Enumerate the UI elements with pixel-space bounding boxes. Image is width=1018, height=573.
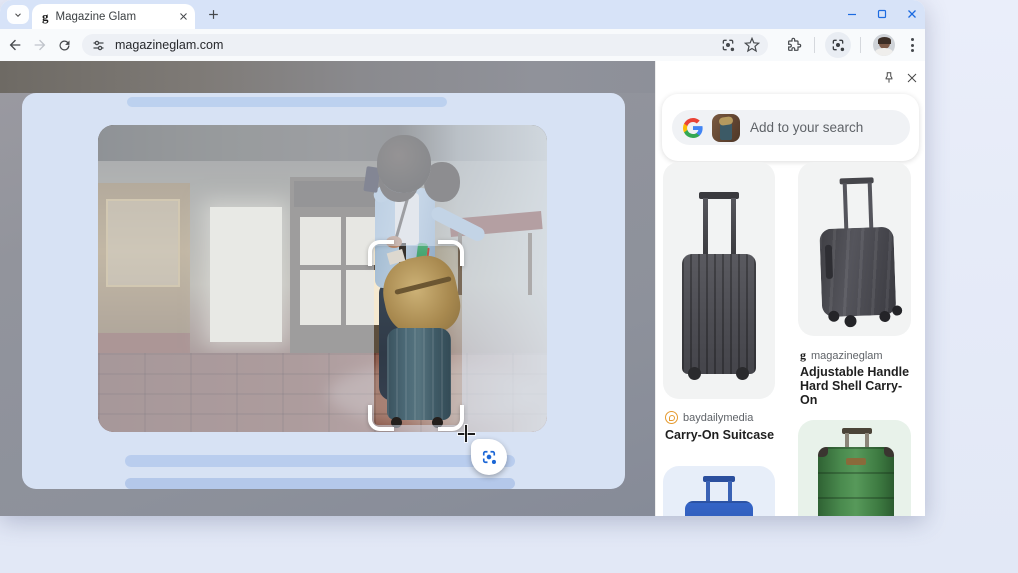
forward-button[interactable]: [31, 36, 49, 54]
selection-corner-handle[interactable]: [368, 405, 394, 431]
result-source[interactable]: baydailymedia: [665, 411, 753, 424]
minimize-icon: [846, 8, 858, 20]
selected-region-thumbnail: [712, 114, 740, 142]
window-maximize-button[interactable]: [873, 6, 891, 22]
avatar-hair: [878, 37, 891, 44]
site-info-tune-icon[interactable]: [91, 38, 106, 53]
result-title[interactable]: Carry-On Suitcase: [665, 428, 777, 442]
address-bar[interactable]: magazineglam.com: [82, 34, 768, 56]
product-card-grey-angled[interactable]: [798, 162, 911, 336]
product-card-grey-front[interactable]: [663, 162, 775, 399]
bookmark-star-icon[interactable]: [744, 37, 760, 53]
url-text: magazineglam.com: [115, 38, 223, 52]
skeleton-text-bar: [125, 455, 515, 467]
product-card-green[interactable]: [798, 420, 911, 516]
lens-icon: [480, 448, 498, 466]
dimmed-page-header: [0, 61, 655, 93]
tab-search-button[interactable]: [7, 5, 29, 24]
close-icon: [906, 8, 918, 20]
lens-selection-region[interactable]: [374, 246, 462, 425]
lens-icon: [830, 37, 846, 53]
profile-avatar[interactable]: [873, 34, 895, 56]
lens-side-panel: Add to your search baydailymedia Carry-O…: [655, 61, 925, 516]
article-hero-photo[interactable]: [98, 125, 547, 432]
lens-toolbar-button[interactable]: [825, 32, 851, 58]
photo-door-mullion: [341, 217, 346, 325]
selection-corner-handle[interactable]: [438, 240, 464, 266]
source-name: baydailymedia: [683, 412, 753, 424]
photo-window: [210, 207, 282, 342]
skeleton-text-bar: [127, 97, 447, 107]
reload-button[interactable]: [55, 36, 73, 54]
selection-corner-handle[interactable]: [368, 240, 394, 266]
product-card-blue[interactable]: [663, 466, 775, 516]
photo-post: [528, 233, 532, 295]
result-source[interactable]: g magazineglam: [800, 348, 883, 363]
close-panel-button[interactable]: [903, 69, 921, 87]
baydailymedia-favicon-icon: [665, 411, 678, 424]
tab-title: Magazine Glam: [56, 11, 180, 23]
tab-magazine-glam[interactable]: g Magazine Glam: [32, 4, 195, 29]
article-card: [22, 93, 625, 489]
webpage-viewport: [0, 61, 655, 516]
lens-region-search-button[interactable]: [471, 439, 507, 475]
avatar-shirt: [875, 48, 893, 56]
extensions-button[interactable]: [785, 36, 803, 54]
photo-display-glass: [106, 199, 180, 287]
magazineglam-favicon-icon: g: [800, 348, 806, 363]
chevron-down-icon: [13, 10, 23, 20]
product-image-suitcase: [663, 162, 775, 399]
selection-corner-handle[interactable]: [438, 405, 464, 431]
lens-search-input[interactable]: Add to your search: [672, 110, 910, 145]
google-logo-icon: [683, 118, 703, 138]
window-minimize-button[interactable]: [843, 6, 861, 22]
product-image-suitcase: [798, 420, 911, 516]
search-placeholder: Add to your search: [750, 120, 863, 135]
maximize-icon: [876, 8, 888, 20]
pin-icon: [882, 71, 896, 85]
browser-menu-button[interactable]: [905, 36, 919, 54]
pin-panel-button[interactable]: [880, 69, 898, 87]
extensions-puzzle-icon: [786, 37, 802, 53]
browser-window: g Magazine Glam magazineglam.com: [0, 0, 925, 516]
thumbnail-bag: [719, 116, 734, 126]
product-image-suitcase: [798, 162, 911, 336]
lens-icon[interactable]: [720, 37, 736, 53]
tab-strip: g Magazine Glam: [0, 0, 925, 29]
forward-arrow-icon: [32, 37, 48, 53]
window-close-button[interactable]: [903, 6, 921, 22]
crosshair-cursor: [465, 425, 467, 442]
reload-icon: [57, 38, 72, 53]
product-image-suitcase: [663, 466, 775, 516]
result-title[interactable]: Adjustable Handle Hard Shell Carry-On: [800, 365, 913, 407]
skeleton-text-bar: [125, 478, 515, 489]
lens-search-card: Add to your search: [662, 94, 919, 161]
toolbar-separator: [860, 37, 861, 53]
tab-close-icon[interactable]: [179, 12, 188, 21]
browser-toolbar: magazineglam.com: [0, 29, 925, 61]
plus-icon: [207, 8, 220, 21]
close-icon: [906, 72, 918, 84]
source-name: magazineglam: [811, 350, 883, 362]
back-button[interactable]: [6, 36, 24, 54]
tab-favicon-icon: g: [42, 10, 49, 23]
new-tab-button[interactable]: [205, 6, 222, 23]
toolbar-separator: [814, 37, 815, 53]
back-arrow-icon: [7, 37, 23, 53]
photo-woman-hair: [377, 135, 431, 193]
